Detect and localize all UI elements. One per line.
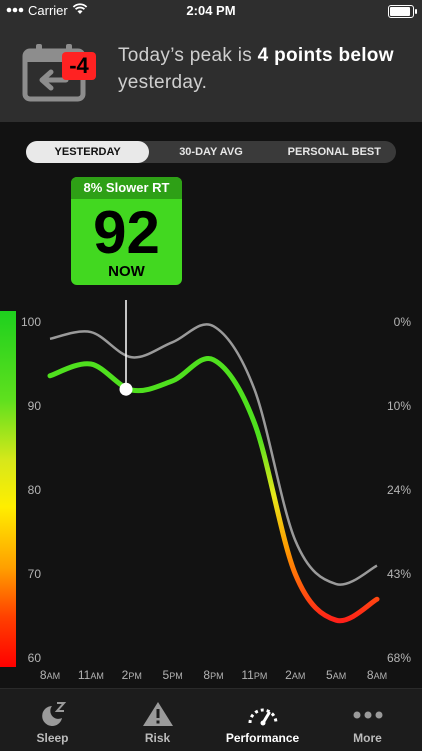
- warning-icon: [142, 702, 173, 726]
- x-tick-label: 5PM: [163, 668, 183, 682]
- x-tick-label: 8AM: [367, 668, 387, 682]
- y-right-tick-label: 68%: [387, 651, 411, 665]
- comparison-segmented-control: YESTERDAY 30-DAY AVG PERSONAL BEST: [26, 141, 396, 163]
- tab-more-label: More: [353, 731, 382, 745]
- gauge-icon: [248, 708, 277, 726]
- current-point-marker[interactable]: [119, 382, 133, 396]
- battery-icon: [388, 5, 417, 18]
- y-right-tick-label: 10%: [387, 399, 411, 413]
- segment-personal-best[interactable]: PERSONAL BEST: [273, 141, 396, 163]
- y-left-tick-label: 100: [21, 315, 41, 329]
- callout-value: 92: [93, 199, 160, 266]
- summary-banner: -4 Today’s peak is 4 points below yester…: [0, 22, 422, 122]
- tab-performance-label: Performance: [225, 731, 300, 745]
- x-tick-label: 11PM: [241, 668, 267, 682]
- y-left-tick-label: 60: [28, 651, 42, 665]
- callout-header: 8% Slower RT: [71, 177, 182, 199]
- banner-text-suffix: yesterday.: [118, 72, 208, 93]
- tab-sleep[interactable]: Sleep: [0, 689, 105, 751]
- banner-message: Today’s peak is 4 points below yesterday…: [118, 42, 408, 96]
- y-left-tick-label: 90: [28, 399, 42, 413]
- performance-chart: 100 90 80 70 60 0% 10% 24% 43% 68% 8AM 11AM 2PM 5PM…: [21, 300, 412, 682]
- banner-text-prefix: Today’s peak is: [118, 45, 258, 66]
- x-tick-label: 11AM: [78, 668, 104, 682]
- status-bar: Carrier 2:04 PM: [0, 0, 422, 22]
- segment-yesterday[interactable]: YESTERDAY: [26, 141, 150, 163]
- y-right-tick-label: 43%: [387, 567, 411, 581]
- y-left-tick-label: 70: [28, 567, 42, 581]
- delta-badge: -4: [62, 52, 96, 80]
- sleep-moon-icon: [41, 702, 66, 726]
- current-score-callout: 8% Slower RT 92 NOW: [71, 177, 182, 285]
- x-tick-label: 2PM: [122, 668, 142, 682]
- tab-sleep-label: Sleep: [36, 731, 69, 745]
- tab-risk-label: Risk: [144, 731, 171, 745]
- banner-text-bold: 4 points below: [257, 45, 394, 66]
- y-right-tick-label: 0%: [394, 315, 412, 329]
- tab-more[interactable]: More: [315, 689, 420, 751]
- x-tick-label: 2AM: [285, 668, 305, 682]
- y-right-tick-label: 24%: [387, 483, 411, 497]
- yesterday-line: [49, 323, 378, 586]
- y-left-tick-label: 80: [28, 483, 42, 497]
- x-tick-label: 8AM: [40, 668, 60, 682]
- x-tick-label: 8PM: [203, 668, 223, 682]
- x-tick-label: 5AM: [326, 668, 346, 682]
- tab-risk[interactable]: Risk: [105, 689, 210, 751]
- more-dots-icon: [353, 711, 382, 719]
- tab-bar: Sleep Risk Performance More: [0, 688, 422, 751]
- segment-30-day-avg[interactable]: 30-DAY AVG: [149, 141, 272, 163]
- status-time: 2:04 PM: [186, 3, 236, 18]
- callout-now-label: NOW: [108, 263, 145, 280]
- tab-performance[interactable]: Performance: [210, 689, 315, 751]
